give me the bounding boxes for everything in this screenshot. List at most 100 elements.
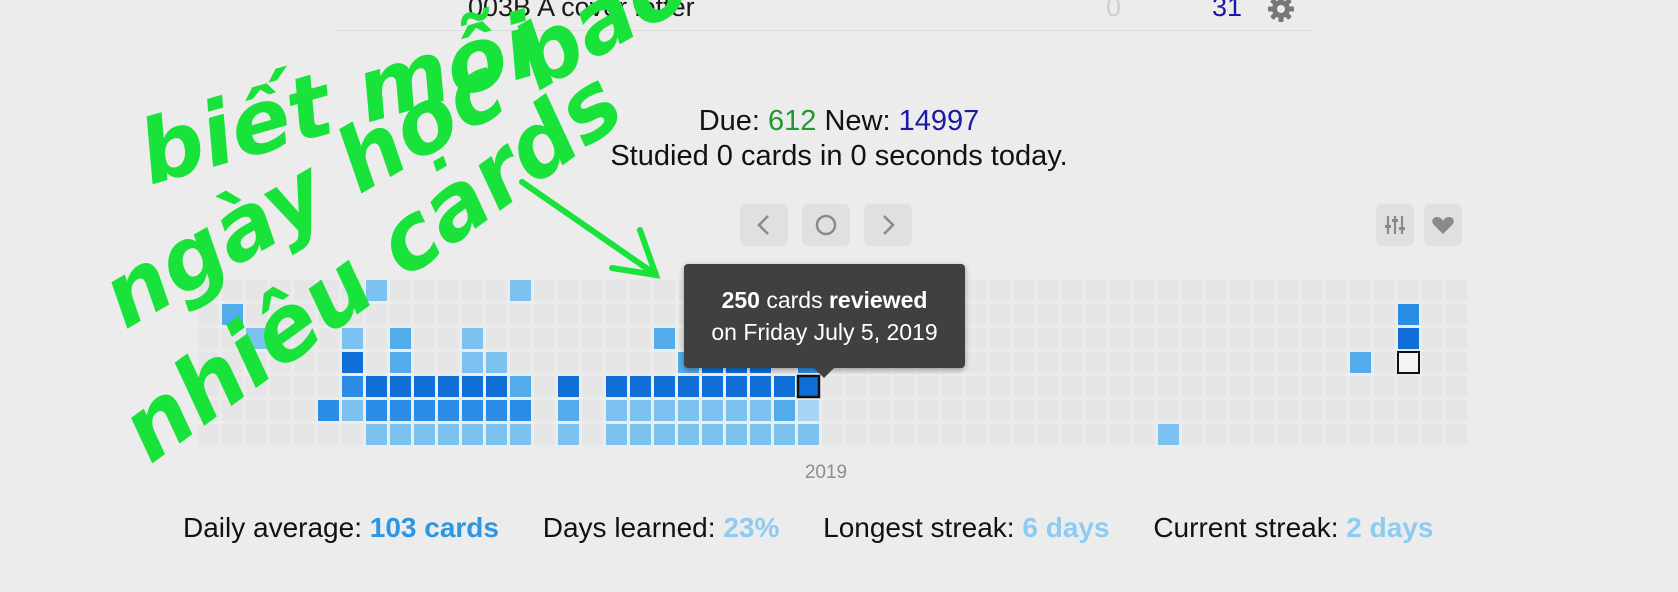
heatmap-day-cell[interactable]: [966, 424, 987, 445]
heatmap-day-cell[interactable]: [630, 400, 651, 421]
heatmap-day-cell[interactable]: [390, 328, 411, 349]
heatmap-day-cell[interactable]: [798, 400, 819, 421]
heatmap-day-cell[interactable]: [1374, 376, 1395, 397]
heatmap-day-cell[interactable]: [1014, 280, 1035, 301]
heatmap-day-cell[interactable]: [1230, 352, 1251, 373]
heatmap-day-cell[interactable]: [1014, 424, 1035, 445]
heatmap-day-cell[interactable]: [1206, 328, 1227, 349]
heatmap-day-cell[interactable]: [462, 400, 483, 421]
heatmap-day-cell[interactable]: [1014, 304, 1035, 325]
heatmap-day-cell[interactable]: [774, 424, 795, 445]
heatmap-day-cell[interactable]: [990, 400, 1011, 421]
heatmap-day-cell[interactable]: [654, 376, 675, 397]
heatmap-day-cell[interactable]: [198, 424, 219, 445]
heatmap-day-cell[interactable]: [678, 424, 699, 445]
heatmap-day-cell[interactable]: [1398, 328, 1419, 349]
heatmap-day-cell[interactable]: [318, 328, 339, 349]
heatmap-day-cell[interactable]: [510, 280, 531, 301]
heatmap-day-cell[interactable]: [990, 424, 1011, 445]
heatmap-day-cell[interactable]: [1110, 280, 1131, 301]
heatmap-day-cell[interactable]: [1038, 376, 1059, 397]
heatmap-day-cell[interactable]: [606, 400, 627, 421]
heatmap-day-cell[interactable]: [1446, 352, 1467, 373]
heatmap-day-cell[interactable]: [774, 400, 795, 421]
heatmap-day-cell[interactable]: [1230, 400, 1251, 421]
heatmap-day-cell[interactable]: [1350, 424, 1371, 445]
heatmap-day-cell[interactable]: [342, 376, 363, 397]
heatmap-day-cell[interactable]: [630, 304, 651, 325]
heatmap-day-cell[interactable]: [558, 424, 579, 445]
heatmap-day-cell[interactable]: [222, 400, 243, 421]
heatmap-day-cell[interactable]: [198, 304, 219, 325]
heatmap-day-cell[interactable]: [270, 400, 291, 421]
heatmap-day-cell[interactable]: [1158, 352, 1179, 373]
heatmap-day-cell[interactable]: [318, 304, 339, 325]
heatmap-day-cell[interactable]: [1422, 280, 1443, 301]
heatmap-day-cell[interactable]: [270, 328, 291, 349]
heatmap-day-cell[interactable]: [606, 352, 627, 373]
heatmap-day-cell[interactable]: [558, 376, 579, 397]
heatmap-day-cell[interactable]: [342, 424, 363, 445]
heatmap-day-cell[interactable]: [1086, 352, 1107, 373]
heatmap-day-cell[interactable]: [366, 352, 387, 373]
heatmap-day-cell[interactable]: [1254, 304, 1275, 325]
heatmap-day-cell[interactable]: [702, 400, 723, 421]
heatmap-day-cell[interactable]: [534, 400, 555, 421]
heatmap-day-cell[interactable]: [678, 400, 699, 421]
heatmap-day-cell[interactable]: [1350, 328, 1371, 349]
heatmap-day-cell[interactable]: [582, 352, 603, 373]
heatmap-day-cell[interactable]: [294, 280, 315, 301]
heatmap-day-cell[interactable]: [510, 424, 531, 445]
heatmap-day-cell[interactable]: [294, 400, 315, 421]
heatmap-day-cell[interactable]: [1422, 424, 1443, 445]
heatmap-day-cell[interactable]: [246, 400, 267, 421]
heatmap-day-cell[interactable]: [342, 304, 363, 325]
heatmap-day-cell[interactable]: [318, 400, 339, 421]
heatmap-day-cell[interactable]: [486, 376, 507, 397]
heatmap-day-cell[interactable]: [894, 424, 915, 445]
heatmap-day-cell[interactable]: [270, 304, 291, 325]
heatmap-day-cell[interactable]: [654, 400, 675, 421]
heatmap-day-cell[interactable]: [414, 280, 435, 301]
heatmap-day-cell[interactable]: [534, 280, 555, 301]
heatmap-day-cell[interactable]: [582, 304, 603, 325]
heatmap-day-cell[interactable]: [1302, 304, 1323, 325]
heatmap-day-cell[interactable]: [1134, 280, 1155, 301]
heatmap-day-cell[interactable]: [1062, 424, 1083, 445]
heatmap-day-cell[interactable]: [1422, 304, 1443, 325]
heatmap-day-cell[interactable]: [1158, 376, 1179, 397]
heatmap-day-cell[interactable]: [702, 424, 723, 445]
heatmap-day-cell[interactable]: [1278, 400, 1299, 421]
heatmap-day-cell[interactable]: [366, 304, 387, 325]
heatmap-day-cell[interactable]: [1110, 376, 1131, 397]
heatmap-day-cell[interactable]: [1446, 400, 1467, 421]
heatmap-day-cell[interactable]: [582, 400, 603, 421]
heatmap-day-cell[interactable]: [1062, 304, 1083, 325]
heatmap-day-cell[interactable]: [630, 424, 651, 445]
heatmap-day-cell[interactable]: [1158, 280, 1179, 301]
heatmap-day-cell[interactable]: [966, 304, 987, 325]
heatmap-day-cell[interactable]: [1278, 304, 1299, 325]
heatmap-day-cell[interactable]: [1422, 376, 1443, 397]
heatmap-day-cell[interactable]: [1254, 400, 1275, 421]
heatmap-day-cell[interactable]: [222, 352, 243, 373]
heatmap-day-cell[interactable]: [846, 400, 867, 421]
heatmap-day-cell[interactable]: [486, 424, 507, 445]
heatmap-day-cell[interactable]: [1158, 400, 1179, 421]
heatmap-day-cell[interactable]: [198, 400, 219, 421]
heatmap-day-cell[interactable]: [318, 424, 339, 445]
heatmap-day-cell[interactable]: [318, 280, 339, 301]
heatmap-day-cell[interactable]: [750, 424, 771, 445]
heatmap-day-cell[interactable]: [222, 328, 243, 349]
heatmap-day-cell[interactable]: [198, 280, 219, 301]
heatmap-day-cell[interactable]: [630, 328, 651, 349]
heatmap-day-cell[interactable]: [654, 328, 675, 349]
heatmap-day-cell[interactable]: [1038, 424, 1059, 445]
heatmap-day-cell[interactable]: [1014, 400, 1035, 421]
heatmap-day-cell[interactable]: [390, 304, 411, 325]
heatmap-day-cell[interactable]: [366, 424, 387, 445]
heatmap-day-cell[interactable]: [246, 280, 267, 301]
heatmap-day-cell[interactable]: [1398, 376, 1419, 397]
heatmap-day-cell[interactable]: [918, 424, 939, 445]
heatmap-day-cell[interactable]: [1062, 376, 1083, 397]
